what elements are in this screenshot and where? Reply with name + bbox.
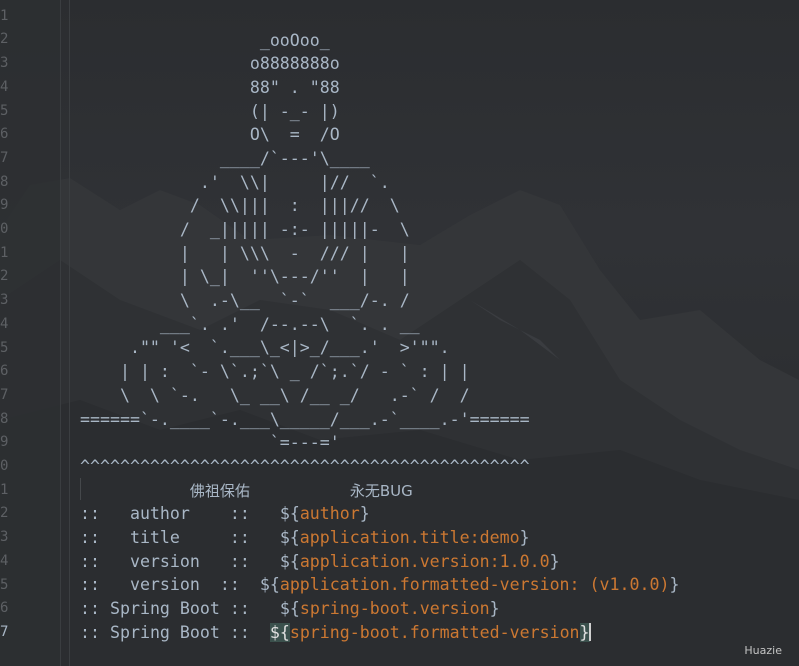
- line-number: 2: [0, 268, 9, 285]
- line-number: 5: [0, 102, 9, 119]
- line-number: 3: [0, 529, 9, 546]
- line-number: 6: [0, 363, 9, 380]
- line-number: 0: [0, 221, 9, 237]
- banner-property-line: :: Spring Boot :: ${spring-boot.formatte…: [80, 621, 799, 645]
- ascii-art-line: | | \\\ - /// | |: [80, 243, 410, 263]
- prop-separator: ::: [219, 622, 270, 642]
- ascii-art-line: 88" . "88: [80, 77, 340, 97]
- ascii-art-line: ___`. .' /--.--\ `. . __: [80, 314, 420, 334]
- prop-separator: ::: [179, 527, 280, 547]
- line-number: 4: [0, 78, 9, 95]
- placeholder-variable: application.version:1.0.0: [299, 551, 550, 571]
- placeholder-variable: application.title:demo: [299, 527, 520, 547]
- prop-key: version: [129, 551, 200, 571]
- placeholder-open: ${: [279, 551, 300, 571]
- prop-prefix: ::: [80, 575, 130, 595]
- text-cursor: [588, 622, 591, 641]
- line-number: 2: [0, 505, 9, 522]
- ascii-art-line: (| -_- |): [80, 101, 340, 121]
- placeholder-variable: spring-boot.formatted-version: [289, 622, 580, 642]
- placeholder-variable: author: [299, 504, 360, 524]
- line-number: 0: [0, 458, 9, 474]
- line-number: 1: [0, 244, 9, 261]
- blessing-right: 永无BUG: [349, 481, 413, 500]
- line-number: 9: [0, 197, 9, 214]
- placeholder-close: }: [519, 527, 530, 547]
- line-number: 3: [0, 292, 9, 309]
- ascii-art-line: ^^^^^^^^^^^^^^^^^^^^^^^^^^^^^^^^^^^^^^^^…: [80, 456, 530, 476]
- line-number: 4: [0, 552, 9, 569]
- ascii-art-line: ."" '< `.___\_<|>_/___.' >'"".: [80, 338, 450, 358]
- placeholder-open: ${: [279, 527, 300, 547]
- placeholder-open: ${: [279, 599, 300, 618]
- placeholder-open: ${: [279, 504, 300, 524]
- ascii-art-line: / \\||| : |||// \: [80, 196, 400, 216]
- prop-key: title: [129, 527, 180, 547]
- line-number: 7: [0, 386, 9, 403]
- line-number: 7: [0, 149, 9, 166]
- prop-separator: ::: [199, 575, 260, 595]
- placeholder-variable: application.formatted-version: (v1.0.0): [279, 575, 670, 595]
- ascii-art-line: O\ = /O: [80, 125, 340, 145]
- ascii-art-line: ____/`---'\____: [80, 148, 370, 168]
- line-number: 2: [0, 31, 9, 48]
- prop-key: Spring Boot: [109, 599, 220, 618]
- indent-guide: [69, 0, 70, 666]
- ascii-art-line: _ooOoo_: [80, 30, 330, 50]
- prop-separator: ::: [199, 551, 280, 571]
- line-number: 8: [0, 410, 9, 427]
- banner-property-line: :: title :: ${application.title:demo}: [80, 526, 799, 550]
- placeholder-close: }: [549, 551, 560, 571]
- ascii-art-line: ======`-.____`-.___\_____/___.-`____.-'=…: [80, 409, 530, 429]
- ascii-art-line: `=---=': [80, 433, 340, 453]
- ascii-art-line: \ .-\__ `-` ___/-. /: [80, 291, 410, 311]
- prop-prefix: ::: [80, 551, 130, 571]
- placeholder-close: }: [669, 575, 680, 595]
- banner-property-line: :: Spring Boot :: ${spring-boot.version}: [80, 597, 799, 621]
- placeholder-close: }: [489, 599, 500, 618]
- line-number: 5: [0, 576, 9, 593]
- line-number: 9: [0, 434, 9, 451]
- line-number: 1: [0, 481, 9, 498]
- prop-prefix: ::: [80, 622, 110, 642]
- placeholder-close: }: [359, 504, 370, 524]
- prop-prefix: ::: [80, 527, 130, 547]
- prop-key: author: [129, 504, 190, 524]
- line-number: 7: [0, 623, 9, 640]
- prop-separator: ::: [189, 504, 280, 524]
- watermark: Huazie: [744, 644, 782, 657]
- line-number: 6: [0, 600, 9, 617]
- line-number: 6: [0, 126, 9, 143]
- prop-separator: ::: [219, 599, 280, 618]
- prop-key: version: [129, 575, 200, 595]
- ascii-art-line: | \_| ''\---/'' | |: [80, 267, 410, 287]
- line-number: 8: [0, 173, 9, 190]
- ascii-art-line: o8888888o: [80, 54, 340, 74]
- line-number: 4: [0, 315, 9, 332]
- blessing-line: 佛祖保佑 永无BUG: [80, 479, 799, 503]
- code-editor[interactable]: _ooOoo_ o8888888o 88" . "88 (| -_- |) O\…: [80, 29, 799, 645]
- line-number: 5: [0, 339, 9, 356]
- prop-prefix: ::: [80, 599, 110, 618]
- ascii-art-line: \ \ `-. \_ __\ /__ _/ .-` / /: [80, 385, 470, 405]
- placeholder-open: ${: [259, 575, 280, 595]
- gutter-border: [60, 0, 61, 666]
- prop-prefix: ::: [80, 504, 130, 524]
- banner-property-line: :: version :: ${application.formatted-ve…: [80, 573, 799, 597]
- blessing-left: 佛祖保佑: [189, 481, 250, 500]
- ascii-art-line: | | : `- \`.;`\ _ /`;.`/ - ` : | |: [80, 362, 470, 382]
- ascii-art-line: / _||||| -:- |||||- \: [80, 220, 410, 239]
- line-number: 1: [0, 7, 9, 24]
- prop-key: Spring Boot: [109, 622, 220, 642]
- ascii-art-line: .' \\| |// `.: [80, 172, 390, 192]
- line-number: 3: [0, 55, 9, 72]
- banner-property-line: :: author :: ${author}: [80, 502, 799, 526]
- banner-property-line: :: version :: ${application.version:1.0.…: [80, 550, 799, 574]
- placeholder-open: ${: [269, 622, 290, 642]
- placeholder-variable: spring-boot.version: [299, 599, 490, 618]
